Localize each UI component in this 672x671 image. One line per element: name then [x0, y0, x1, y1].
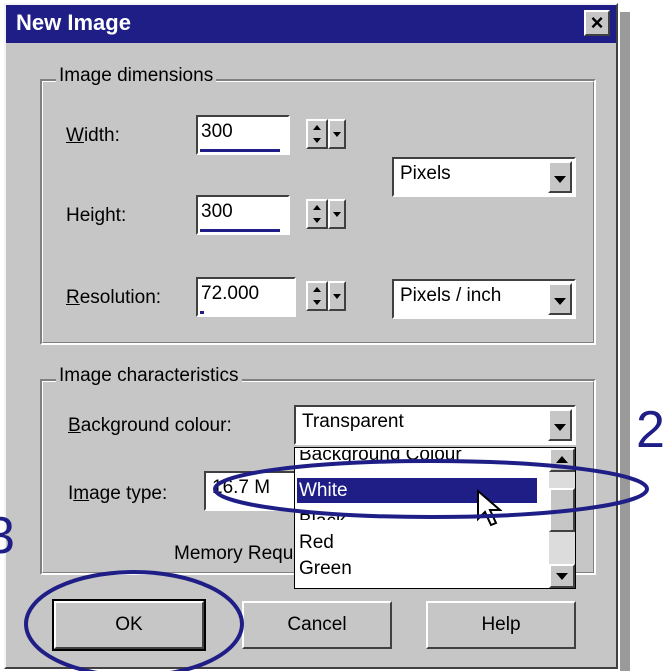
annotation-number-2: 2 — [636, 401, 665, 459]
annotation-overlay — [24, 459, 649, 671]
annotation-ellipse-ok — [24, 570, 244, 671]
annotation-number-3: 3 — [0, 507, 15, 565]
image-characteristics-legend: Image characteristics — [56, 365, 242, 387]
image-dimensions-legend: Image dimensions — [56, 65, 217, 87]
annotation-ellipse-white — [213, 459, 649, 519]
